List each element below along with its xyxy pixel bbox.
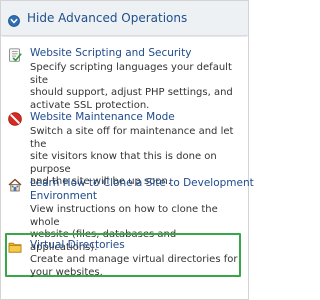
list-item-virtual-directories: Virtual Directories Create and manage vi… <box>1 237 248 279</box>
maintenance-no-entry-icon <box>8 111 22 126</box>
list-item-clone-site: Learn How to Clone a Site to Development… <box>1 175 254 253</box>
scripting-checklist-icon <box>8 47 22 62</box>
list-item-maintenance-mode: Website Maintenance Mode Switch a site o… <box>1 109 248 187</box>
list-item-website-scripting: Website Scripting and Security Specify s… <box>1 45 248 111</box>
advanced-operations-panel: Hide Advanced Operations Website Scripti… <box>0 0 254 300</box>
link-line[interactable]: Environment <box>30 190 254 203</box>
clone-site-link[interactable]: Learn How to Clone a Site to Development… <box>30 177 254 203</box>
folder-icon <box>8 239 22 253</box>
hide-advanced-operations-link[interactable]: Hide Advanced Operations <box>27 10 187 26</box>
header-divider <box>2 36 247 37</box>
virtual-directories-description: Create and manage virtual directories fo… <box>30 254 244 279</box>
website-scripting-description: Specify scripting languages your default… <box>30 62 244 112</box>
virtual-directories-link[interactable]: Virtual Directories <box>30 239 125 252</box>
description-line: Create and manage virtual directories fo… <box>30 254 238 265</box>
website-maintenance-mode-link[interactable]: Website Maintenance Mode <box>30 111 175 124</box>
collapse-icon[interactable] <box>8 12 20 27</box>
clone-house-icon <box>8 177 22 192</box>
description-line: Specify scripting languages your default… <box>30 62 232 86</box>
description-line: View instructions on how to clone the wh… <box>30 204 218 228</box>
description-line: your websites. <box>30 266 103 278</box>
description-line: should support, adjust PHP settings, and <box>30 87 233 98</box>
link-line[interactable]: Learn How to Clone a Site to Development <box>30 177 254 190</box>
website-scripting-link[interactable]: Website Scripting and Security <box>30 47 191 60</box>
description-line: site visitors know that this is done on … <box>30 151 217 175</box>
description-line: Switch a site off for maintenance and le… <box>30 126 234 150</box>
panel-header[interactable]: Hide Advanced Operations <box>1 1 248 36</box>
